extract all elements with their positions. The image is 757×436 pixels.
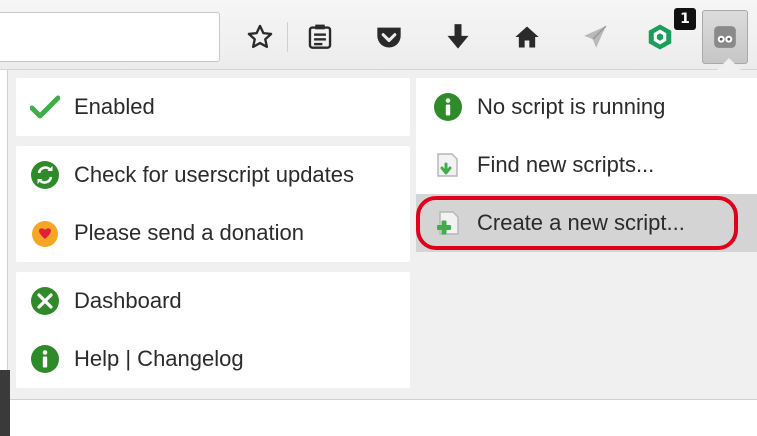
heart-icon xyxy=(28,216,62,250)
notification-badge: 1 xyxy=(674,8,696,30)
menu-group-help: Dashboard Help | Changelog xyxy=(16,272,410,388)
menu-right-column: No script is running Find new scripts...… xyxy=(416,78,757,252)
menu-item-find-scripts[interactable]: Find new scripts... xyxy=(416,136,757,194)
menu-item-label: Enabled xyxy=(74,94,155,119)
menu-item-enabled[interactable]: Enabled xyxy=(16,78,410,136)
menu-group-status: Enabled xyxy=(16,78,410,136)
menu-item-label: Check for userscript updates xyxy=(74,162,355,187)
url-bar[interactable] xyxy=(0,12,220,62)
menu-item-label: Dashboard xyxy=(74,288,182,313)
menu-item-dashboard[interactable]: Dashboard xyxy=(16,272,410,330)
toolbar-separator xyxy=(287,22,288,52)
send-icon[interactable] xyxy=(572,12,618,62)
page-edge xyxy=(0,370,10,436)
info-icon xyxy=(28,342,62,376)
find-scripts-icon xyxy=(431,148,465,182)
refresh-icon xyxy=(28,158,62,192)
menu-item-donation[interactable]: Please send a donation xyxy=(16,204,410,262)
reading-list-icon[interactable] xyxy=(297,12,343,62)
dashboard-icon xyxy=(28,284,62,318)
home-icon[interactable] xyxy=(504,12,550,62)
menu-item-create-script[interactable]: Create a new script... xyxy=(416,194,757,252)
create-script-icon xyxy=(431,206,465,240)
menu-item-label: Create a new script... xyxy=(477,210,685,235)
greasemonkey-icon xyxy=(714,26,736,48)
menu-item-label: Help | Changelog xyxy=(74,346,244,371)
menu-item-label: Please send a donation xyxy=(74,220,304,245)
download-icon[interactable] xyxy=(435,12,481,62)
browser-toolbar: 1 xyxy=(0,0,757,70)
userscript-menu: Enabled Check for userscript updates Ple… xyxy=(7,70,757,400)
greasemonkey-button[interactable] xyxy=(702,10,748,64)
menu-item-no-script-running: No script is running xyxy=(416,78,757,136)
pocket-icon[interactable] xyxy=(366,12,412,62)
menu-item-label: No script is running xyxy=(477,94,666,119)
star-icon[interactable] xyxy=(237,12,283,62)
menu-group-updates: Check for userscript updates Please send… xyxy=(16,146,410,262)
menu-item-check-updates[interactable]: Check for userscript updates xyxy=(16,146,410,204)
menu-item-label: Find new scripts... xyxy=(477,152,655,177)
menu-item-help-changelog[interactable]: Help | Changelog xyxy=(16,330,410,388)
menu-left-column: Enabled Check for userscript updates Ple… xyxy=(16,70,410,388)
checkmark-icon xyxy=(28,90,62,124)
info-icon xyxy=(431,90,465,124)
